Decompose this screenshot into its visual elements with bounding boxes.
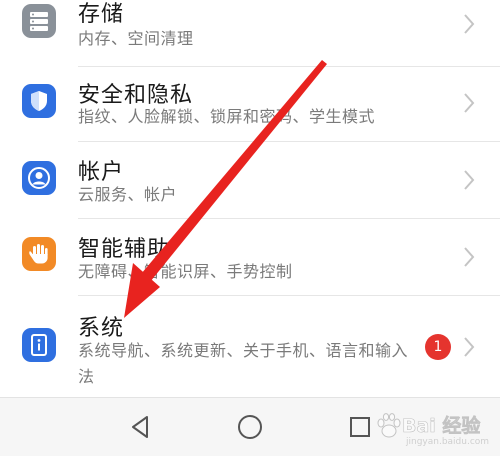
chevron-right-icon [464,170,475,190]
chevron-right-icon [464,337,475,357]
storage-icon [22,4,56,38]
settings-item-subtitle: 指纹、人脸解锁、锁屏和密码、学生模式 [78,107,376,126]
notification-badge: 1 [425,334,451,360]
watermark: Bai 经验 jingyan.baidu.com [372,407,492,451]
chevron-right-icon [464,14,475,34]
recents-square-icon[interactable] [345,412,375,442]
hand-icon [22,237,56,271]
account-icon [22,161,56,195]
settings-item-system[interactable]: 系统 系统导航、系统更新、关于手机、语言和输入法 1 [0,296,500,396]
chevron-right-icon [464,93,475,113]
back-triangle-icon[interactable] [125,412,155,442]
system-info-icon [22,328,56,362]
settings-item-smart-assist[interactable]: 智能辅助 无障碍、智能识屏、手势控制 [0,219,500,295]
settings-screen: 存储 内存、空间清理 安全和隐私 指纹、人脸解锁、锁屏和密码、学生模式 帐户 云… [0,0,500,456]
settings-item-subtitle: 内存、空间清理 [78,29,194,48]
settings-item-subtitle: 无障碍、智能识屏、手势控制 [78,262,293,281]
settings-item-subtitle: 系统导航、系统更新、关于手机、语言和输入法 [78,341,409,386]
settings-item-security[interactable]: 安全和隐私 指纹、人脸解锁、锁屏和密码、学生模式 [0,67,500,142]
settings-item-title: 存储 [78,2,125,27]
settings-item-storage[interactable]: 存储 内存、空间清理 [0,0,500,70]
home-circle-icon[interactable] [235,412,265,442]
settings-item-account[interactable]: 帐户 云服务、帐户 [0,142,500,218]
chevron-right-icon [464,247,475,267]
watermark-text: Bai 经验 [402,415,481,438]
shield-icon [22,84,56,118]
watermark-url: jingyan.baidu.com [406,437,490,447]
settings-item-subtitle: 云服务、帐户 [78,185,178,204]
paw-logo-icon [377,413,401,438]
